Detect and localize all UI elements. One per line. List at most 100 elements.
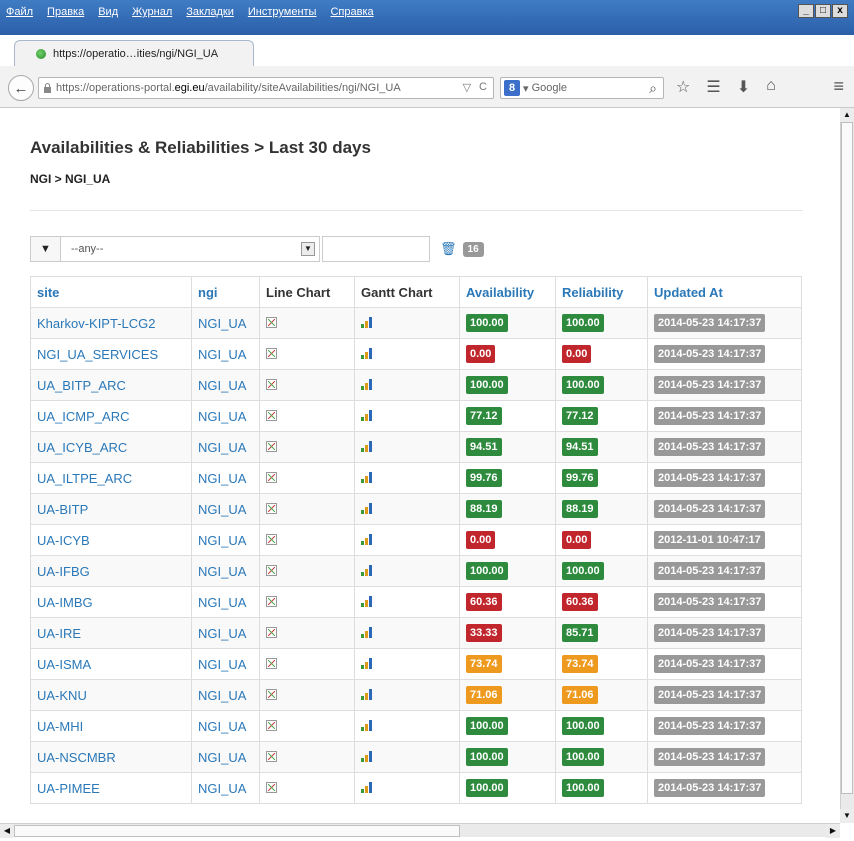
scroll-down-arrow-icon[interactable]: ▼ — [840, 809, 854, 823]
horizontal-scroll-thumb[interactable] — [14, 825, 460, 837]
ngi-name[interactable]: NGI_UA — [198, 471, 246, 486]
ngi-link[interactable]: NGI_UA — [191, 338, 260, 370]
line-chart-icon[interactable] — [266, 564, 277, 576]
gantt-chart-icon[interactable] — [361, 657, 372, 669]
gantt-chart-icon[interactable] — [361, 688, 372, 700]
vertical-scrollbar[interactable]: ▲ ▼ — [840, 108, 854, 823]
site-link[interactable]: Kharkov-KIPT-LCG2 — [30, 307, 192, 339]
new-tab-button[interactable]: + — [262, 41, 273, 62]
scroll-up-arrow-icon[interactable]: ▲ — [840, 108, 854, 122]
site-link[interactable]: UA-IFBG — [30, 555, 192, 587]
column-header-availability[interactable]: Availability — [459, 276, 556, 308]
search-engine-dropdown-icon[interactable]: ▾ — [523, 82, 532, 95]
site-name[interactable]: UA-PIMEE — [37, 781, 100, 796]
line-chart-icon[interactable] — [266, 409, 277, 421]
site-link[interactable]: UA-NSCMBR — [30, 741, 192, 773]
address-bar[interactable]: https://operations-portal. egi.eu/availab… — [38, 77, 494, 99]
ngi-name[interactable]: NGI_UA — [198, 533, 246, 548]
site-name[interactable]: UA-IFBG — [37, 564, 90, 579]
ngi-name[interactable]: NGI_UA — [198, 378, 246, 393]
line-chart-icon[interactable] — [266, 781, 277, 793]
site-link[interactable]: UA-PIMEE — [30, 772, 192, 804]
ngi-link[interactable]: NGI_UA — [191, 617, 260, 649]
ngi-name[interactable]: NGI_UA — [198, 409, 246, 424]
gantt-chart-icon[interactable] — [361, 440, 372, 452]
site-name[interactable]: UA-MHI — [37, 719, 83, 734]
site-name[interactable]: UA_ICMP_ARC — [37, 409, 129, 424]
gantt-chart-icon[interactable] — [361, 409, 372, 421]
site-name[interactable]: UA-NSCMBR — [37, 750, 116, 765]
vertical-scroll-thumb[interactable] — [841, 122, 853, 794]
trash-icon[interactable]: 🗑 — [440, 241, 457, 257]
column-header-reliability[interactable]: Reliability — [555, 276, 648, 308]
dropdown-arrow-icon[interactable]: ▽ — [463, 81, 471, 94]
site-name[interactable]: UA-ICYB — [37, 533, 90, 548]
line-chart-icon[interactable] — [266, 502, 277, 514]
gantt-chart-icon[interactable] — [361, 564, 372, 576]
menu-help[interactable]: Справка — [330, 6, 373, 18]
ngi-link[interactable]: NGI_UA — [191, 431, 260, 463]
site-name[interactable]: UA-IRE — [37, 626, 81, 641]
site-name[interactable]: UA-IMBG — [37, 595, 93, 610]
search-bar[interactable]: 8 ▾ Google ⌕ — [500, 77, 664, 99]
reload-icon[interactable]: C — [479, 81, 487, 94]
ngi-link[interactable]: NGI_UA — [191, 648, 260, 680]
line-chart-icon[interactable] — [266, 316, 277, 328]
line-chart-icon[interactable] — [266, 378, 277, 390]
horizontal-scrollbar[interactable]: ◀ ▶ — [0, 823, 840, 838]
site-link[interactable]: UA_ICMP_ARC — [30, 400, 192, 432]
ngi-name[interactable]: NGI_UA — [198, 316, 246, 331]
ngi-link[interactable]: NGI_UA — [191, 524, 260, 556]
ngi-name[interactable]: NGI_UA — [198, 719, 246, 734]
gantt-chart-icon[interactable] — [361, 378, 372, 390]
ngi-link[interactable]: NGI_UA — [191, 710, 260, 742]
gantt-chart-icon[interactable] — [361, 347, 372, 359]
download-icon[interactable]: ⬇ — [737, 77, 750, 97]
line-chart-icon[interactable] — [266, 657, 277, 669]
column-header-updated-at[interactable]: Updated At — [647, 276, 802, 308]
ngi-name[interactable]: NGI_UA — [198, 502, 246, 517]
ngi-filter-select[interactable]: --any-- ▼ — [60, 236, 320, 262]
site-name[interactable]: UA-ISMA — [37, 657, 91, 672]
menu-tools[interactable]: Инструменты — [248, 6, 317, 18]
site-name[interactable]: UA_BITP_ARC — [37, 378, 126, 393]
scroll-left-arrow-icon[interactable]: ◀ — [0, 824, 14, 838]
line-chart-icon[interactable] — [266, 347, 277, 359]
back-arrow-icon[interactable]: ← — [8, 75, 34, 101]
scroll-right-arrow-icon[interactable]: ▶ — [826, 824, 840, 838]
gantt-chart-icon[interactable] — [361, 626, 372, 638]
chevron-down-icon[interactable]: ▼ — [301, 242, 315, 256]
site-link[interactable]: UA_ICYB_ARC — [30, 431, 192, 463]
site-link[interactable]: UA-ISMA — [30, 648, 192, 680]
line-chart-icon[interactable] — [266, 595, 277, 607]
ngi-link[interactable]: NGI_UA — [191, 493, 260, 525]
site-link[interactable]: UA-KNU — [30, 679, 192, 711]
menu-view[interactable]: Вид — [98, 6, 118, 18]
filter-text-input[interactable] — [322, 236, 430, 262]
site-name[interactable]: UA-KNU — [37, 688, 87, 703]
browser-tab[interactable]: https://operatio…ities/ngi/NGI_UA — [14, 40, 254, 66]
column-header-ngi[interactable]: ngi — [191, 276, 260, 308]
ngi-link[interactable]: NGI_UA — [191, 679, 260, 711]
menu-bookmarks[interactable]: Закладки — [186, 6, 234, 18]
search-engine-icon[interactable]: 8 — [504, 80, 520, 96]
site-link[interactable]: UA-BITP — [30, 493, 192, 525]
reading-list-icon[interactable]: ☰ — [706, 77, 720, 97]
ngi-link[interactable]: NGI_UA — [191, 772, 260, 804]
line-chart-icon[interactable] — [266, 688, 277, 700]
ngi-name[interactable]: NGI_UA — [198, 595, 246, 610]
menu-history[interactable]: Журнал — [132, 6, 172, 18]
ngi-name[interactable]: NGI_UA — [198, 657, 246, 672]
hamburger-menu-icon[interactable]: ≡ — [833, 76, 844, 97]
site-link[interactable]: NGI_UA_SERVICES — [30, 338, 192, 370]
ngi-name[interactable]: NGI_UA — [198, 688, 246, 703]
search-icon[interactable]: ⌕ — [649, 80, 657, 97]
gantt-chart-icon[interactable] — [361, 781, 372, 793]
gantt-chart-icon[interactable] — [361, 750, 372, 762]
site-name[interactable]: UA_ICYB_ARC — [37, 440, 127, 455]
star-icon[interactable]: ☆ — [676, 77, 690, 97]
ngi-link[interactable]: NGI_UA — [191, 586, 260, 618]
gantt-chart-icon[interactable] — [361, 502, 372, 514]
site-name[interactable]: UA_ILTPE_ARC — [37, 471, 132, 486]
minimize-button[interactable]: _ — [798, 4, 814, 18]
